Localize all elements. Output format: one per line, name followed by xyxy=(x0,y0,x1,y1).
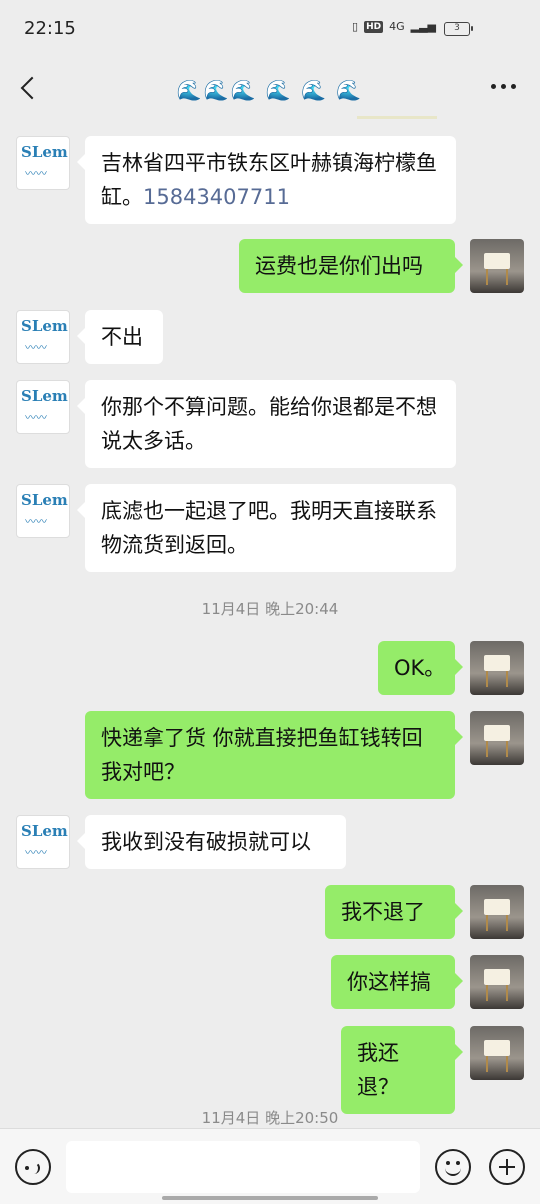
back-icon[interactable] xyxy=(16,72,40,102)
status-time: 22:15 xyxy=(24,18,76,39)
wave-icon: 〰〰 xyxy=(25,341,47,354)
more-options-icon[interactable] xyxy=(491,84,516,89)
plus-icon[interactable] xyxy=(489,1149,525,1185)
message-bubble[interactable]: 我收到没有破损就可以 xyxy=(77,815,346,869)
status-bar: 22:15 ▯ HD 4G ▂▃▅ 3 xyxy=(0,0,540,58)
avatar[interactable]: SLem 〰〰 xyxy=(16,136,70,190)
wave-icon: 〰〰 xyxy=(25,846,47,859)
phone-link[interactable]: 15843407711 xyxy=(143,185,290,209)
chat-header: 🌊🌊🌊 🌊 🌊 🌊 xyxy=(0,58,540,118)
message-bubble[interactable]: 运费也是你们出吗 xyxy=(239,239,463,293)
message-bubble[interactable]: 快递拿了货 你就直接把鱼缸钱转回我对吧？ xyxy=(85,711,463,799)
avatar[interactable]: SLem 〰〰 xyxy=(16,484,70,538)
home-indicator[interactable] xyxy=(162,1196,378,1200)
avatar[interactable] xyxy=(470,955,524,1009)
chat-title: 🌊🌊🌊 🌊 🌊 🌊 xyxy=(176,78,364,102)
status-icons: ▯ HD 4G ▂▃▅ xyxy=(352,20,436,33)
emoji-icon[interactable] xyxy=(435,1149,471,1185)
message-bubble[interactable]: 底滤也一起退了吧。我明天直接联系物流货到返回。 xyxy=(77,484,456,572)
network-label: 4G xyxy=(389,20,405,33)
avatar[interactable]: SLem 〰〰 xyxy=(16,380,70,434)
battery-icon: 3 xyxy=(444,22,473,36)
wave-icon: 〰〰 xyxy=(25,167,47,180)
timestamp: 11月4日 晚上20:44 xyxy=(201,600,339,618)
vibrate-icon: ▯ xyxy=(352,20,359,33)
avatar-logo-text: SLem xyxy=(21,317,68,335)
message-bubble[interactable]: 你这样搞 xyxy=(331,955,463,1009)
message-bubble[interactable]: 我还退？ xyxy=(341,1026,463,1114)
message-bubble[interactable]: 吉林省四平市铁东区叶赫镇海柠檬鱼缸。15843407711 xyxy=(77,136,456,224)
message-bubble[interactable]: 不出 xyxy=(77,310,163,364)
hd-icon: HD xyxy=(364,20,384,33)
avatar-logo-text: SLem xyxy=(21,491,68,509)
avatar[interactable] xyxy=(470,711,524,765)
timestamp: 11月4日 晚上20:50 xyxy=(201,1109,339,1127)
avatar-logo-text: SLem xyxy=(21,387,68,405)
avatar[interactable]: SLem 〰〰 xyxy=(16,815,70,869)
message-input[interactable] xyxy=(66,1141,420,1193)
wave-icon: 〰〰 xyxy=(25,411,47,424)
message-bubble[interactable]: 我不退了 xyxy=(325,885,463,939)
input-bar xyxy=(0,1128,540,1204)
avatar[interactable] xyxy=(470,885,524,939)
avatar[interactable] xyxy=(470,1026,524,1080)
message-bubble[interactable]: 你那个不算问题。能给你退都是不想说太多话。 xyxy=(77,380,456,468)
voice-icon[interactable] xyxy=(15,1149,51,1185)
title-decoration xyxy=(357,116,437,119)
signal-icon: ▂▃▅ xyxy=(410,20,436,33)
avatar-logo-text: SLem xyxy=(21,822,68,840)
avatar[interactable] xyxy=(470,641,524,695)
avatar[interactable]: SLem 〰〰 xyxy=(16,310,70,364)
avatar[interactable] xyxy=(470,239,524,293)
message-bubble[interactable]: OK。 xyxy=(378,641,463,695)
wave-icon: 〰〰 xyxy=(25,515,47,528)
avatar-logo-text: SLem xyxy=(21,143,68,161)
